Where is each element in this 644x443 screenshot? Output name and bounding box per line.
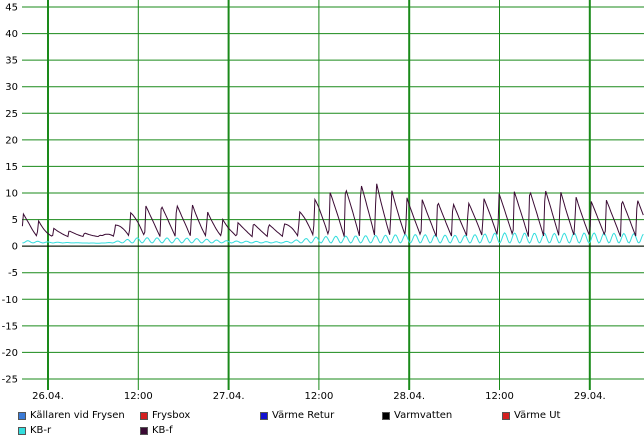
y-tick-label: -5 <box>8 268 18 279</box>
legend-item: Källaren vid Frysen <box>18 410 125 421</box>
plot-background <box>0 0 644 408</box>
legend-swatch <box>18 426 26 435</box>
legend-item: KB-f <box>140 425 173 436</box>
legend-swatch <box>140 426 148 435</box>
x-tick-label: 12:00 <box>485 391 514 402</box>
legend-label: Källaren vid Frysen <box>30 410 125 421</box>
x-tick-label: 12:00 <box>124 391 153 402</box>
legend-item: Värme Retur <box>260 410 334 421</box>
legend-item: KB-r <box>18 425 51 436</box>
x-tick-label: 26.04. <box>32 391 64 402</box>
legend-swatch <box>382 411 390 420</box>
y-tick-label: 35 <box>5 56 18 67</box>
legend: Källaren vid Frysen Frysbox Värme Retur Var… <box>0 408 644 443</box>
x-tick-label: 28.04. <box>393 391 425 402</box>
x-tick-label: 29.04. <box>574 391 606 402</box>
temperature-chart: 45 40 35 30 25 20 15 10 5 0 -5 -10 -15 -20 -25 26.04. 1… <box>0 0 644 408</box>
y-tick-label: 15 <box>5 162 18 173</box>
y-tick-label: -20 <box>2 348 18 359</box>
legend-swatch <box>140 411 148 420</box>
y-tick-label: -25 <box>2 375 18 386</box>
y-tick-label: 40 <box>5 29 18 40</box>
legend-label: Varmvatten <box>394 410 453 421</box>
y-tick-label: 0 <box>12 242 18 253</box>
y-tick-label: 25 <box>5 109 18 120</box>
legend-item: Frysbox <box>140 410 190 421</box>
legend-item: Varmvatten <box>382 410 452 421</box>
y-tick-label: -10 <box>2 295 18 306</box>
legend-swatch <box>260 411 268 420</box>
y-tick-label: 30 <box>5 82 18 93</box>
y-tick-label: 10 <box>5 189 18 200</box>
x-tick-label: 27.04. <box>213 391 245 402</box>
legend-label: KB-r <box>30 425 52 436</box>
legend-item: Värme Ut <box>502 410 560 421</box>
legend-label: Frysbox <box>152 410 191 421</box>
y-tick-label: 20 <box>5 135 18 146</box>
legend-swatch <box>502 411 510 420</box>
y-tick-label: 45 <box>5 3 18 14</box>
legend-label: Värme Ut <box>514 410 561 421</box>
y-tick-label: -15 <box>2 321 18 332</box>
legend-label: Värme Retur <box>272 410 335 421</box>
y-tick-label: 5 <box>12 215 18 226</box>
legend-swatch <box>18 411 26 420</box>
x-tick-label: 12:00 <box>304 391 333 402</box>
legend-label: KB-f <box>152 425 173 436</box>
